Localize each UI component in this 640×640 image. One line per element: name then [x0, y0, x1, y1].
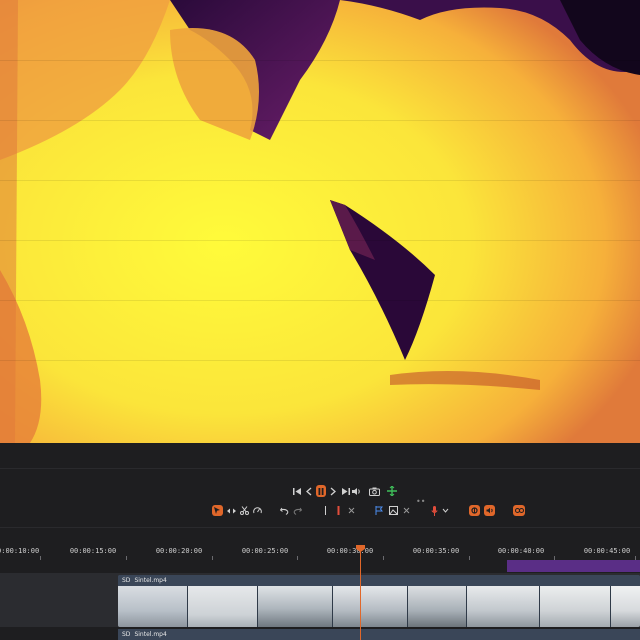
more-indicator[interactable]: ••	[416, 497, 425, 506]
image-marker-icon[interactable]	[388, 505, 398, 516]
playhead-line[interactable]	[360, 546, 361, 640]
thumbnail	[188, 586, 258, 627]
timeline-ruler[interactable]: 00:00:10:00 00:00:15:00 00:00:20:00 00:0…	[0, 544, 640, 560]
link-clips-button[interactable]	[513, 505, 525, 516]
thumbnail	[258, 586, 333, 627]
divider	[0, 527, 640, 528]
divider	[0, 468, 640, 469]
clip-badge: SD	[122, 577, 131, 584]
tick-label: 00:00:45:00	[583, 547, 631, 555]
thumbnail	[333, 586, 408, 627]
cursor-icon	[214, 507, 220, 514]
select-tool-button[interactable]	[212, 505, 223, 516]
step-back-icon[interactable]	[305, 485, 313, 497]
clip-name: Sintel.mp4	[134, 577, 167, 584]
magnet-snap-button[interactable]	[469, 505, 480, 516]
clip-thumbnails	[118, 586, 640, 627]
audio-clip[interactable]: SD Sintel.mp4	[118, 629, 640, 640]
undo-icon[interactable]	[279, 505, 289, 516]
tick-label: 00:00:40:00	[497, 547, 545, 555]
tick-mark	[297, 556, 298, 560]
close-marker-icon[interactable]	[401, 505, 411, 516]
clip-header: SD Sintel.mp4	[118, 575, 640, 586]
tick-label: 00:00:20:00	[155, 547, 203, 555]
pause-button[interactable]	[316, 485, 326, 497]
volume-icon[interactable]	[352, 485, 362, 497]
camera-icon[interactable]	[368, 485, 380, 497]
video-preview	[0, 0, 640, 443]
pause-icon	[318, 487, 324, 495]
microphone-icon[interactable]	[429, 505, 439, 516]
thumbnail	[408, 586, 467, 627]
thumbnail	[467, 586, 540, 627]
tick-mark	[40, 556, 41, 560]
split-marker-icon[interactable]	[321, 505, 329, 516]
thumbnail	[118, 586, 188, 627]
redo-icon[interactable]	[292, 505, 302, 516]
step-forward-icon[interactable]	[329, 485, 337, 497]
video-clip[interactable]: SD Sintel.mp4	[118, 575, 640, 627]
thumbnail	[540, 586, 611, 627]
clip-name: Sintel.mp4	[134, 631, 167, 638]
thumbnail	[611, 586, 640, 627]
skip-to-end-icon[interactable]	[340, 485, 350, 497]
speaker-icon	[486, 507, 493, 514]
tick-label: 00:00:10:00	[0, 547, 40, 555]
flag-marker-icon[interactable]	[374, 505, 384, 516]
tick-label: 00:00:15:00	[69, 547, 117, 555]
scissors-icon[interactable]	[239, 505, 249, 516]
tick-label: 00:00:35:00	[412, 547, 460, 555]
chevron-down-icon[interactable]	[441, 505, 450, 516]
clip-badge: SD	[122, 631, 131, 638]
trim-icon[interactable]	[226, 505, 236, 516]
preview-frame-image	[0, 0, 640, 443]
tick-label: 00:00:25:00	[241, 547, 289, 555]
tick-mark	[469, 556, 470, 560]
audio-link-button[interactable]	[484, 505, 495, 516]
tick-label: 00:00:30:00	[326, 547, 374, 555]
tick-mark	[212, 556, 213, 560]
crop-icon[interactable]	[386, 485, 398, 497]
selection-range-bar[interactable]	[507, 560, 640, 572]
tick-mark	[383, 556, 384, 560]
link-icon	[514, 508, 524, 513]
speed-icon[interactable]	[252, 505, 262, 516]
close-icon[interactable]	[346, 505, 356, 516]
skip-to-start-icon[interactable]	[292, 485, 302, 497]
tick-mark	[126, 556, 127, 560]
snap-icon	[471, 507, 478, 514]
record-marker-icon[interactable]	[334, 505, 342, 516]
